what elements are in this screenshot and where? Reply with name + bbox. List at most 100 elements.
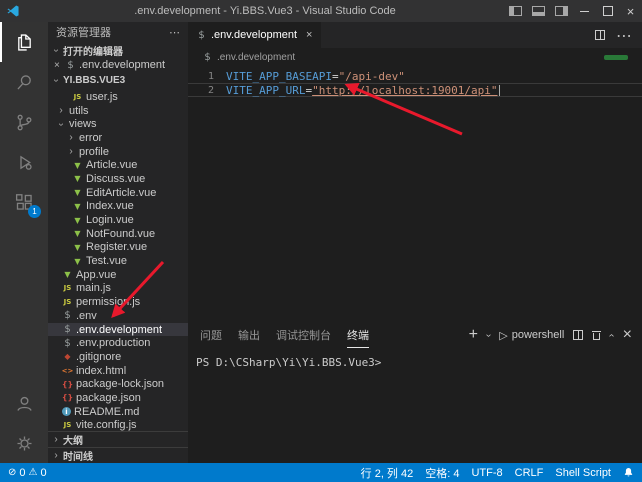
- tree-item-index.html[interactable]: <>index.html: [48, 364, 188, 378]
- close-tab-icon[interactable]: ×: [306, 29, 312, 41]
- close-window-button[interactable]: ×: [619, 0, 642, 22]
- code-line-2[interactable]: 2VITE_APP_URL="http://localhost:19001/ap…: [188, 83, 642, 97]
- shell-selector[interactable]: ▷ powershell: [499, 329, 564, 342]
- tree-item-utils[interactable]: ›utils: [48, 104, 188, 118]
- tree-item-NotFound.vue[interactable]: ▼NotFound.vue: [48, 227, 188, 241]
- notifications-bell-icon[interactable]: [623, 467, 634, 478]
- tree-item-main.js[interactable]: JSmain.js: [48, 282, 188, 296]
- url-string-token: "http://localhost:19001/api": [312, 84, 497, 97]
- panel-tabs: 问题输出调试控制台终端: [200, 322, 385, 348]
- tree-item-.env.development[interactable]: $.env.development: [48, 323, 188, 337]
- js-file-icon: JS: [62, 298, 73, 306]
- explorer-icon[interactable]: [0, 22, 48, 62]
- close-panel-icon[interactable]: ×: [623, 326, 632, 344]
- tree-item-user.js[interactable]: JSuser.js: [48, 90, 188, 104]
- tree-item-Register.vue[interactable]: ▼Register.vue: [48, 241, 188, 255]
- kill-terminal-icon[interactable]: [592, 330, 601, 340]
- tree-item-permission.js[interactable]: JSpermission.js: [48, 295, 188, 309]
- more-actions-icon[interactable]: ⋯: [616, 26, 632, 45]
- tree-item-.gitignore[interactable]: ◆.gitignore: [48, 350, 188, 364]
- file-label: Discuss.vue: [86, 173, 145, 185]
- language-mode-status[interactable]: Shell Script: [555, 467, 611, 479]
- chevron-down-icon: ›: [51, 45, 62, 55]
- split-terminal-icon[interactable]: [573, 330, 583, 340]
- more-actions-icon[interactable]: ⋯: [169, 26, 180, 39]
- chevron-down-icon[interactable]: ›: [483, 333, 494, 336]
- chevron-down-icon: ›: [51, 75, 62, 85]
- tab-env-development[interactable]: $ .env.development ×: [188, 22, 321, 48]
- tree-item-package.json[interactable]: {}package.json: [48, 391, 188, 405]
- panel-header: 问题输出调试控制台终端 + › ▷ powershell › ×: [188, 322, 642, 348]
- tree-item-views[interactable]: ›views: [48, 117, 188, 131]
- tree-item-.env.production[interactable]: $.env.production: [48, 336, 188, 350]
- timeline-section-header[interactable]: › 时间线: [48, 447, 188, 463]
- vue-file-icon: ▼: [62, 270, 73, 279]
- breadcrumb-item: .env.development: [217, 52, 295, 63]
- indentation-status[interactable]: 空格: 4: [425, 465, 459, 481]
- file-tree: JSuser.js›utils›views›error›profile▼Arti…: [48, 90, 188, 432]
- toggle-sidebar-icon[interactable]: [504, 0, 527, 22]
- tree-item-error[interactable]: ›error: [48, 131, 188, 145]
- close-icon[interactable]: ×: [54, 60, 62, 71]
- tree-item-Index.vue[interactable]: ▼Index.vue: [48, 200, 188, 214]
- env-file-icon: $: [62, 324, 73, 335]
- panel-tab-输出[interactable]: 输出: [238, 322, 260, 348]
- html-file-icon: <>: [62, 367, 73, 375]
- run-debug-icon[interactable]: [0, 142, 48, 182]
- file-label: utils: [69, 105, 89, 117]
- tree-item-Article.vue[interactable]: ▼Article.vue: [48, 158, 188, 172]
- split-editor-icon[interactable]: [595, 30, 605, 40]
- sidebar-explorer: 资源管理器 ⋯ › 打开的编辑器 × $ .env.development › …: [48, 22, 188, 463]
- maximize-button[interactable]: [596, 0, 619, 22]
- editor-actions: ⋯: [595, 22, 642, 48]
- code-editor[interactable]: 1VITE_APP_BASEAPI="/api-dev"2VITE_APP_UR…: [188, 66, 642, 325]
- toggle-secondary-sidebar-icon[interactable]: [550, 0, 573, 22]
- open-editor-item[interactable]: × $ .env.development: [48, 58, 188, 72]
- file-label: error: [79, 132, 102, 144]
- toggle-panel-icon[interactable]: [527, 0, 550, 22]
- code-line-1[interactable]: 1VITE_APP_BASEAPI="/api-dev": [188, 69, 642, 83]
- encoding-status[interactable]: UTF-8: [471, 467, 502, 479]
- breadcrumb[interactable]: $ .env.development: [188, 48, 642, 66]
- panel-tab-调试控制台[interactable]: 调试控制台: [276, 322, 331, 348]
- tree-item-.env[interactable]: $.env: [48, 309, 188, 323]
- minimize-button[interactable]: [573, 0, 596, 22]
- tree-item-profile[interactable]: ›profile: [48, 145, 188, 159]
- git-file-icon: ◆: [62, 352, 73, 361]
- tree-item-EditArticle.vue[interactable]: ▼EditArticle.vue: [48, 186, 188, 200]
- chevron-right-icon: ›: [51, 450, 61, 461]
- outline-section-header[interactable]: › 大纲: [48, 431, 188, 447]
- eol-status[interactable]: CRLF: [515, 467, 544, 479]
- new-terminal-icon[interactable]: +: [469, 326, 478, 344]
- js-file-icon: JS: [72, 93, 83, 101]
- env-file-icon: $: [197, 30, 206, 41]
- file-label: permission.js: [76, 296, 140, 308]
- open-editors-header[interactable]: › 打开的编辑器: [48, 42, 188, 58]
- info-file-icon: i: [62, 407, 71, 416]
- env-file-icon: $: [65, 60, 76, 71]
- editor-tab-bar: $ .env.development × ⋯: [188, 22, 642, 48]
- tree-item-Login.vue[interactable]: ▼Login.vue: [48, 213, 188, 227]
- tree-item-package-lock.json[interactable]: {}package-lock.json: [48, 377, 188, 391]
- settings-gear-icon[interactable]: [0, 423, 48, 463]
- extensions-icon[interactable]: 1: [0, 182, 48, 222]
- panel-tab-问题[interactable]: 问题: [200, 322, 222, 348]
- source-control-icon[interactable]: [0, 102, 48, 142]
- file-label: README.md: [74, 406, 139, 418]
- file-label: Test.vue: [86, 255, 127, 267]
- maximize-panel-icon[interactable]: ›: [606, 333, 617, 336]
- account-icon[interactable]: [0, 383, 48, 423]
- project-section-header[interactable]: › YI.BBS.VUE3: [48, 72, 188, 88]
- file-label: .env.production: [76, 337, 150, 349]
- text-cursor: [499, 85, 500, 96]
- cursor-position-status[interactable]: 行 2, 列 42: [361, 465, 414, 481]
- tree-item-README.md[interactable]: iREADME.md: [48, 405, 188, 419]
- errors-status[interactable]: ⊘ 0 ⚠ 0: [8, 467, 47, 479]
- tree-item-Test.vue[interactable]: ▼Test.vue: [48, 254, 188, 268]
- search-icon[interactable]: [0, 62, 48, 102]
- panel-tab-终端[interactable]: 终端: [347, 322, 369, 348]
- tree-item-App.vue[interactable]: ▼App.vue: [48, 268, 188, 282]
- file-label: NotFound.vue: [86, 228, 155, 240]
- tree-item-Discuss.vue[interactable]: ▼Discuss.vue: [48, 172, 188, 186]
- terminal-output[interactable]: PS D:\CSharp\Yi\Yi.BBS.Vue3>: [188, 348, 642, 369]
